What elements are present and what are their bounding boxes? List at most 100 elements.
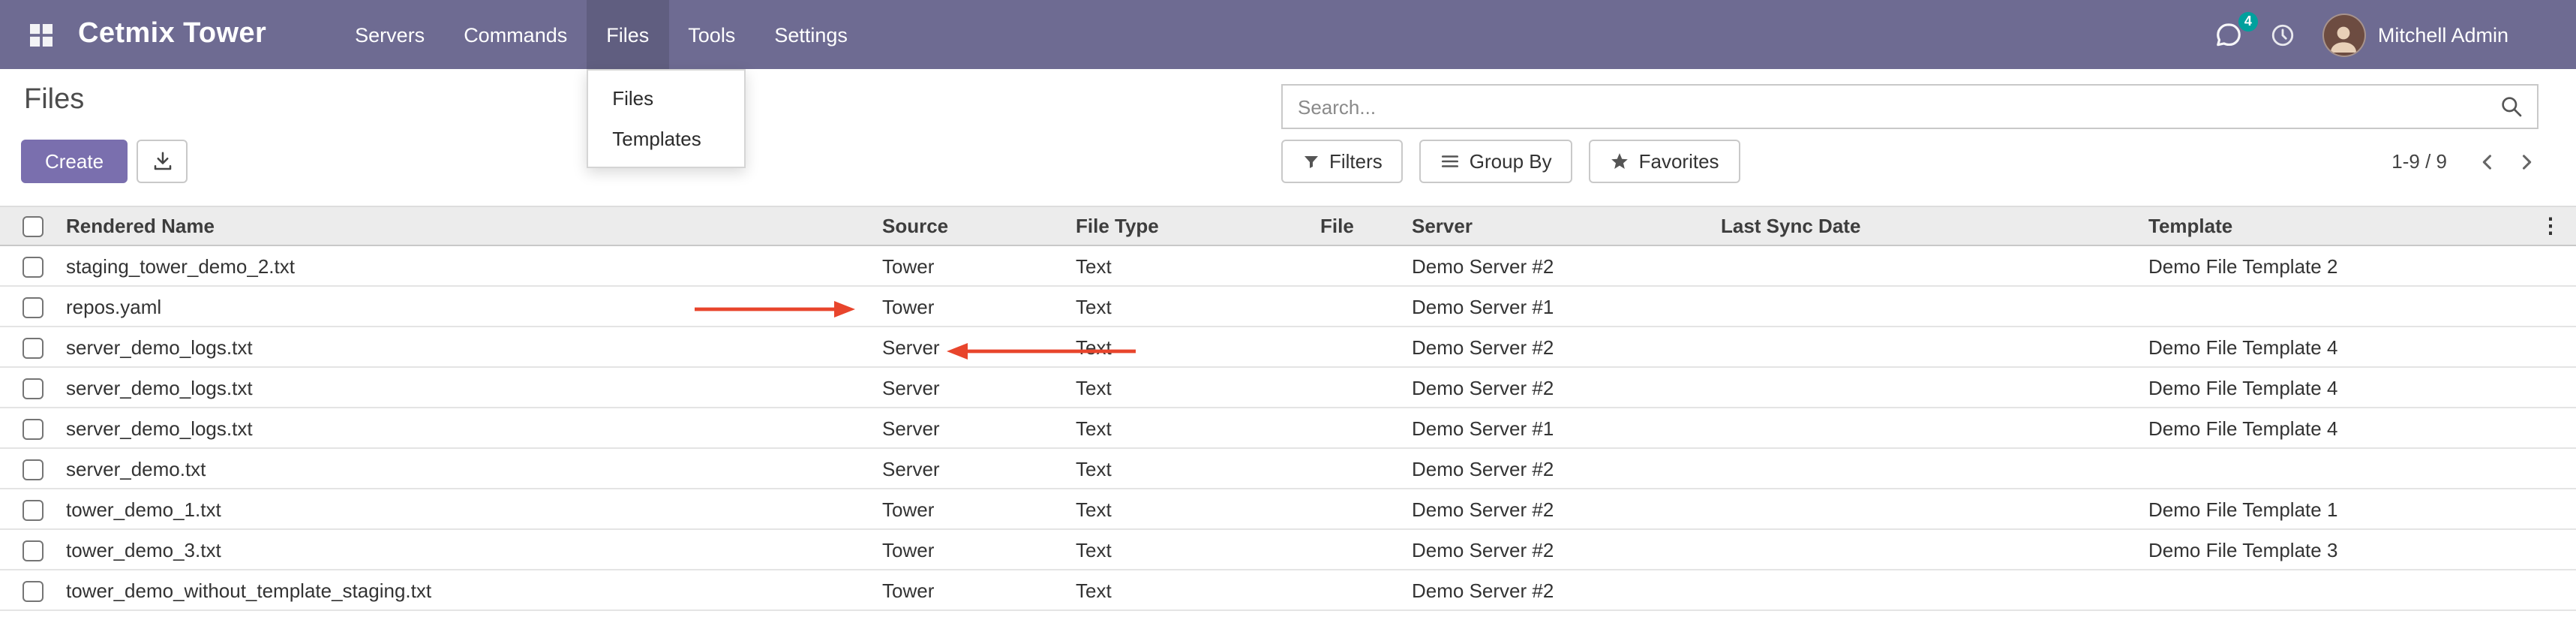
app-brand[interactable]: Cetmix Tower [78,18,266,51]
cell-source[interactable]: Server [876,408,1070,448]
cell-rendered-name[interactable]: repos.yaml [60,286,876,327]
column-options-toggle[interactable]: ⋮ [2540,215,2561,238]
cell-server[interactable]: Demo Server #1 [1406,286,1715,327]
column-header-last-sync-date[interactable]: Last Sync Date [1715,206,2142,245]
cell-file[interactable] [1314,489,1406,529]
table-row[interactable]: server_demo_logs.txtServerTextDemo Serve… [0,367,2576,408]
cell-server[interactable]: Demo Server #2 [1406,570,1715,610]
search-icon[interactable] [2486,95,2537,119]
cell-last-sync-date[interactable] [1715,448,2142,489]
cell-last-sync-date[interactable] [1715,327,2142,367]
cell-template[interactable]: Demo File Template 3 [2142,529,2576,570]
cell-template[interactable] [2142,570,2576,610]
cell-rendered-name[interactable]: server_demo_logs.txt [60,367,876,408]
cell-source[interactable]: Tower [876,570,1070,610]
select-all-checkbox[interactable] [23,217,44,238]
row-checkbox[interactable] [23,378,44,399]
cell-file-type[interactable]: Text [1070,529,1314,570]
activities-button[interactable] [2270,22,2295,47]
row-checkbox[interactable] [23,500,44,521]
dropdown-item-files[interactable]: Files [588,78,744,119]
cell-file-type[interactable]: Text [1070,245,1314,286]
cell-source[interactable]: Tower [876,489,1070,529]
row-checkbox[interactable] [23,297,44,318]
cell-source[interactable]: Server [876,327,1070,367]
cell-template[interactable]: Demo File Template 4 [2142,327,2576,367]
row-checkbox[interactable] [23,419,44,440]
column-header-template[interactable]: Template ⋮ [2142,206,2576,245]
user-name[interactable]: Mitchell Admin [2378,23,2508,46]
cell-rendered-name[interactable]: server_demo_logs.txt [60,408,876,448]
cell-last-sync-date[interactable] [1715,408,2142,448]
cell-file[interactable] [1314,448,1406,489]
table-row[interactable]: server_demo_logs.txtServerText Demo Serve… [0,327,2576,367]
pager-previous-button[interactable] [2468,151,2507,172]
table-row[interactable]: repos.yamlTowerText Demo Server #1 [0,286,2576,327]
cell-template[interactable]: Demo File Template 1 [2142,489,2576,529]
cell-file-type[interactable]: Text [1070,489,1314,529]
cell-file[interactable] [1314,367,1406,408]
column-header-source[interactable]: Source [876,206,1070,245]
column-header-file-type[interactable]: File Type [1070,206,1314,245]
cell-server[interactable]: Demo Server #2 [1406,448,1715,489]
cell-file-type[interactable]: Text [1070,327,1314,367]
filters-button[interactable]: Filters [1281,140,1404,183]
cell-last-sync-date[interactable] [1715,529,2142,570]
cell-server[interactable]: Demo Server #2 [1406,489,1715,529]
row-checkbox[interactable] [23,338,44,359]
cell-rendered-name[interactable]: server_demo_logs.txt [60,327,876,367]
cell-source[interactable]: Server [876,448,1070,489]
dropdown-item-templates[interactable]: Templates [588,119,744,159]
nav-item-settings[interactable]: Settings [755,0,867,69]
pager-next-button[interactable] [2507,151,2546,172]
favorites-button[interactable]: Favorites [1590,140,1740,183]
cell-last-sync-date[interactable] [1715,570,2142,610]
cell-source[interactable]: Tower [876,245,1070,286]
table-row[interactable]: tower_demo_1.txtTowerText Demo Server #2 D… [0,489,2576,529]
cell-template[interactable]: Demo File Template 2 [2142,245,2576,286]
cell-file[interactable] [1314,245,1406,286]
cell-template[interactable]: Demo File Template 4 [2142,408,2576,448]
cell-template[interactable] [2142,286,2576,327]
row-checkbox[interactable] [23,581,44,602]
cell-rendered-name[interactable]: tower_demo_without_template_staging.txt [60,570,876,610]
cell-last-sync-date[interactable] [1715,245,2142,286]
cell-template[interactable] [2142,448,2576,489]
cell-file[interactable] [1314,529,1406,570]
nav-item-tools[interactable]: Tools [668,0,755,69]
messages-button[interactable]: 4 [2214,20,2243,49]
column-header-rendered-name[interactable]: Rendered Name [60,206,876,245]
table-row[interactable]: server_demo_logs.txtServerText Demo Serve… [0,408,2576,448]
cell-file-type[interactable]: Text [1070,408,1314,448]
cell-file-type[interactable]: Text [1070,570,1314,610]
cell-last-sync-date[interactable] [1715,367,2142,408]
cell-server[interactable]: Demo Server #1 [1406,408,1715,448]
cell-file-type[interactable]: Text [1070,448,1314,489]
cell-last-sync-date[interactable] [1715,286,2142,327]
row-checkbox[interactable] [23,459,44,480]
table-row[interactable]: server_demo.txtServerText Demo Server #2 [0,448,2576,489]
cell-rendered-name[interactable]: server_demo.txt [60,448,876,489]
row-checkbox[interactable] [23,257,44,278]
cell-source[interactable]: Tower [876,529,1070,570]
search-input[interactable] [1283,86,2486,128]
cell-file[interactable] [1314,408,1406,448]
cell-server[interactable]: Demo Server #2 [1406,327,1715,367]
create-button[interactable]: Create [21,140,128,183]
cell-last-sync-date[interactable] [1715,489,2142,529]
user-avatar[interactable] [2322,13,2366,56]
export-button[interactable] [137,140,188,183]
nav-item-servers[interactable]: Servers [335,0,444,69]
cell-rendered-name[interactable]: tower_demo_1.txt [60,489,876,529]
table-row[interactable]: tower_demo_without_template_staging.txtT… [0,570,2576,610]
cell-source[interactable]: Tower [876,286,1070,327]
cell-server[interactable]: Demo Server #2 [1406,245,1715,286]
table-row[interactable]: staging_tower_demo_2.txtTowerTextDemo Se… [0,245,2576,286]
table-row[interactable]: tower_demo_3.txtTowerTextDemo Server #2D… [0,529,2576,570]
nav-item-commands[interactable]: Commands [444,0,587,69]
cell-file[interactable] [1314,327,1406,367]
cell-file-type[interactable]: Text [1070,286,1314,327]
column-header-file[interactable]: File [1314,206,1406,245]
cell-file[interactable] [1314,286,1406,327]
nav-item-files[interactable]: FilesFilesTemplates [587,0,668,69]
